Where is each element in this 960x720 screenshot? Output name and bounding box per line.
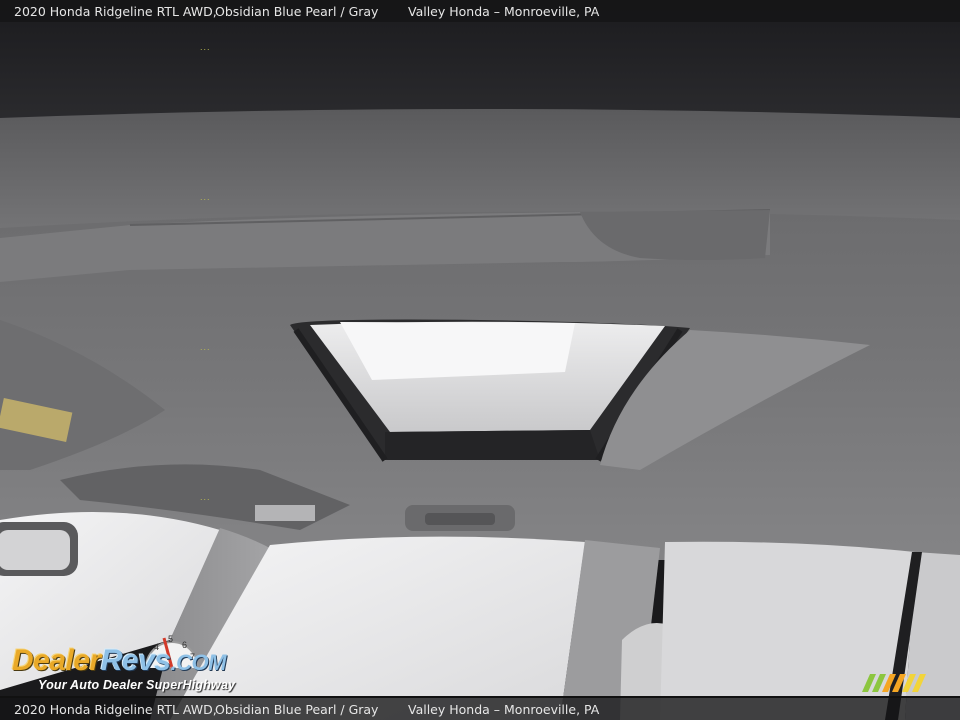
- caption-vehicle: 2020 Honda Ridgeline RTL AWD,: [14, 3, 217, 19]
- caption-color: Obsidian Blue Pearl / Gray: [215, 701, 379, 717]
- watermark-brand: DealerRevs.COM: [12, 644, 226, 678]
- caption-bar-top: 2020 Honda Ridgeline RTL AWD, Obsidian B…: [0, 0, 960, 22]
- caption-dealer: Valley Honda – Monroeville, PA: [408, 3, 600, 19]
- caption-color: Obsidian Blue Pearl / Gray: [215, 3, 379, 19]
- marker-dots: ...: [200, 342, 211, 352]
- photo-stage: ... ... ... ... 2020 Honda Ridgeline RTL…: [0, 0, 960, 720]
- dealerrevs-watermark: 4 5 6 7 DealerRevs.COM Your Auto Dealer …: [12, 628, 272, 698]
- caption-bar-bottom: 2020 Honda Ridgeline RTL AWD, Obsidian B…: [0, 698, 960, 720]
- marker-dots: ...: [200, 42, 211, 52]
- interior-photo: [0, 0, 960, 720]
- watermark-tagline: Your Auto Dealer SuperHighway: [38, 678, 236, 692]
- watermark-brand-revs: Revs: [100, 644, 171, 677]
- stripes-logo-icon: [862, 674, 926, 692]
- marker-dots: ...: [200, 192, 211, 202]
- watermark-brand-com: .COM: [170, 650, 226, 675]
- watermark-brand-dealer: Dealer: [12, 644, 101, 677]
- caption-dealer: Valley Honda – Monroeville, PA: [408, 701, 600, 717]
- caption-vehicle: 2020 Honda Ridgeline RTL AWD,: [14, 701, 217, 717]
- marker-dots: ...: [200, 492, 211, 502]
- svg-text:5: 5: [168, 634, 173, 644]
